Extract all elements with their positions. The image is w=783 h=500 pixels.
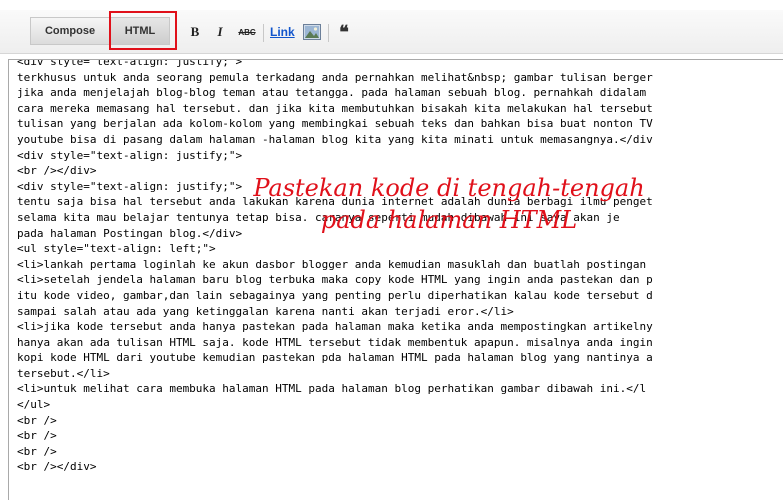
code-line: hanya akan ada tulisan HTML saja. kode H… — [17, 335, 653, 349]
bold-icon[interactable]: B — [188, 23, 202, 41]
code-line: <li>setelah jendela halaman baru blog te… — [17, 273, 653, 287]
code-line: tersebut.</li> — [17, 366, 110, 380]
code-line: kopi kode HTML dari youtube kemudian pas… — [17, 351, 653, 365]
code-line: <div style="text-align: justify;"> — [17, 148, 243, 162]
insert-image-icon[interactable] — [303, 23, 321, 41]
code-line: <ul style="text-align: left;"> — [17, 242, 216, 256]
html-code-editor[interactable]: <div style="text-align: justify;"> terkhu… — [8, 59, 783, 500]
code-line: <br /> — [17, 444, 57, 458]
code-line: cara mereka memasang hal tersebut. dan j… — [17, 101, 653, 115]
editor-toolbar: Compose HTML B I ABC Link ❝ — [0, 10, 783, 54]
code-line: <br /></div> — [17, 164, 97, 178]
code-line: tentu saja bisa hal tersebut anda lakuka… — [17, 195, 653, 209]
code-line: <div style="text-align: justify;"> — [17, 179, 243, 193]
code-line: </ul> — [17, 398, 51, 412]
code-line: itu kode video, gambar,dan lain sebagain… — [17, 288, 653, 302]
code-line: <br /></div> — [17, 460, 97, 474]
html-tab-highlight-box — [109, 11, 177, 50]
code-line: selama kita mau belajar tentunya tetap b… — [17, 210, 620, 224]
code-line: sampai salah atau ada yang ketinggalan k… — [17, 304, 514, 318]
quote-icon[interactable]: ❝ — [336, 22, 352, 42]
code-line: <br /> — [17, 413, 57, 427]
toolbar-divider — [263, 24, 264, 42]
code-line: <li>lankah pertama loginlah ke akun dasb… — [17, 257, 647, 271]
code-line: <li>untuk melihat cara membuka halaman H… — [17, 382, 647, 396]
code-line: tulisan yang berjalan ada kolom-kolom ya… — [17, 117, 653, 131]
code-line: <br /> — [17, 429, 57, 443]
code-line: youtube bisa di pasang dalam halaman -ha… — [17, 132, 653, 146]
italic-icon[interactable]: I — [213, 23, 227, 41]
link-button[interactable]: Link — [270, 23, 295, 41]
code-line: terkhusus untuk anda seorang pemula terk… — [17, 70, 653, 84]
code-line: jika anda menjelajah blog-blog teman ata… — [17, 86, 647, 100]
code-line: <li>jika kode tersebut anda hanya pastek… — [17, 320, 653, 334]
strikethrough-icon[interactable]: ABC — [236, 23, 258, 41]
code-line: <div style="text-align: justify;"> — [17, 59, 243, 68]
toolbar-divider — [328, 24, 329, 42]
image-icon — [303, 24, 321, 40]
compose-tab[interactable]: Compose — [30, 17, 110, 45]
code-line: pada halaman Postingan blog.</div> — [17, 226, 243, 240]
